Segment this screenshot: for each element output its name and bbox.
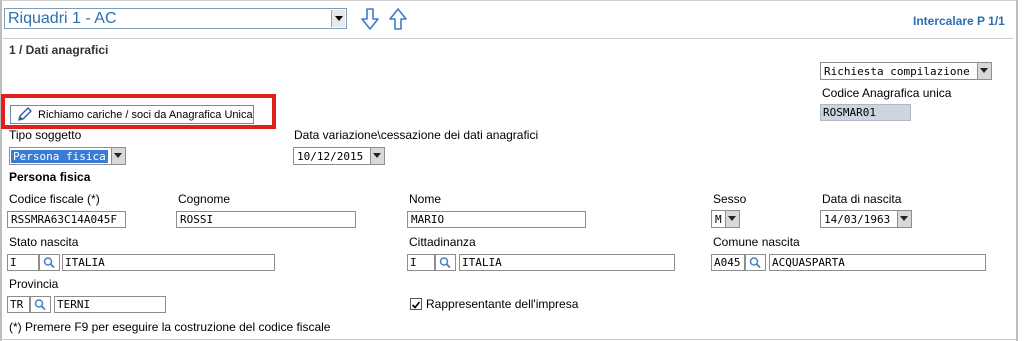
rappresentante-checkbox[interactable] xyxy=(410,298,422,310)
search-button[interactable] xyxy=(30,296,51,313)
comune-nascita-code: A045 xyxy=(714,256,741,269)
provincia-lookup: TR TERNI xyxy=(7,296,166,313)
richiesta-select[interactable]: Richiesta compilazione xyxy=(820,62,992,80)
data-variazione-select[interactable]: 10/12/2015 xyxy=(293,147,385,165)
stato-nascita-lookup: I ITALIA xyxy=(7,254,275,271)
cognome-value: ROSSI xyxy=(180,213,214,226)
arrow-down-icon xyxy=(361,8,379,30)
frame-left-border xyxy=(0,0,2,341)
pencil-icon xyxy=(16,107,34,126)
chevron-down-icon[interactable] xyxy=(111,148,125,164)
search-icon xyxy=(439,257,451,268)
data-nascita-select[interactable]: 14/03/1963 xyxy=(820,210,912,228)
cittadinanza-lookup: I ITALIA xyxy=(407,254,675,271)
footnote: (*) Premere F9 per eseguire la costruzio… xyxy=(9,320,331,334)
comune-nascita-desc: ACQUASPARTA xyxy=(772,256,845,269)
codice-anagrafica-label: Codice Anagrafica unica xyxy=(822,86,952,100)
search-button[interactable] xyxy=(435,254,456,271)
provincia-desc: TERNI xyxy=(57,298,91,311)
chevron-down-icon[interactable] xyxy=(977,63,991,79)
data-variazione-value: 10/12/2015 xyxy=(297,150,364,163)
stato-nascita-desc: ITALIA xyxy=(65,256,105,269)
nome-input[interactable]: MARIO xyxy=(407,211,586,228)
codice-fiscale-input[interactable]: RSSMRA63C14A045F xyxy=(7,211,126,228)
tipo-soggetto-select[interactable]: Persona fisica xyxy=(9,147,126,165)
cittadinanza-code: I xyxy=(410,256,417,269)
chevron-down-icon[interactable] xyxy=(331,10,345,27)
data-nascita-value: 14/03/1963 xyxy=(824,213,891,226)
comune-nascita-desc-input[interactable]: ACQUASPARTA xyxy=(769,254,986,271)
richiesta-select-value: Richiesta compilazione xyxy=(824,65,970,78)
codice-fiscale-label: Codice fiscale (*) xyxy=(9,192,100,206)
frame-bottom-border xyxy=(0,339,1018,340)
frame-top-border xyxy=(0,0,1018,1)
persona-fisica-heading: Persona fisica xyxy=(9,170,91,184)
chevron-down-icon[interactable] xyxy=(725,211,739,227)
nome-label: Nome xyxy=(409,192,442,206)
data-variazione-label: Data variazione\cessazione dei dati anag… xyxy=(294,128,539,142)
quadro-select[interactable]: Riquadri 1 - AC xyxy=(4,8,347,29)
section-title: 1 / Dati anagrafici xyxy=(9,43,109,57)
comune-nascita-label: Comune nascita xyxy=(713,235,800,249)
cittadinanza-desc: ITALIA xyxy=(462,256,502,269)
tipo-soggetto-value: Persona fisica xyxy=(11,150,108,163)
quadro-select-value: Riquadri 1 - AC xyxy=(8,10,117,27)
intercalare-link[interactable]: Intercalare P 1/1 xyxy=(913,14,1005,28)
comune-nascita-lookup: A045 ACQUASPARTA xyxy=(711,254,986,271)
codice-anagrafica-field: ROSMAR01 xyxy=(820,104,911,121)
provincia-code: TR xyxy=(10,298,24,311)
search-button[interactable] xyxy=(745,254,766,271)
arrow-down-button[interactable] xyxy=(359,7,381,31)
sesso-value: M xyxy=(715,213,722,226)
stato-nascita-code-input[interactable]: I xyxy=(7,254,39,271)
checkmark-icon xyxy=(411,301,421,309)
tipo-soggetto-label: Tipo soggetto xyxy=(9,128,82,142)
cittadinanza-desc-input[interactable]: ITALIA xyxy=(459,254,675,271)
codice-fiscale-value: RSSMRA63C14A045F xyxy=(11,213,117,226)
arrow-up-button[interactable] xyxy=(387,7,409,31)
stato-nascita-code: I xyxy=(10,256,17,269)
search-icon xyxy=(43,257,55,268)
divider xyxy=(3,38,1013,39)
search-icon xyxy=(34,299,46,310)
data-nascita-label: Data di nascita xyxy=(822,192,902,206)
stato-nascita-desc-input[interactable]: ITALIA xyxy=(62,254,275,271)
sesso-label: Sesso xyxy=(713,192,747,206)
nome-value: MARIO xyxy=(411,213,445,226)
chevron-down-icon[interactable] xyxy=(897,211,911,227)
arrow-up-icon xyxy=(389,8,407,30)
search-icon xyxy=(749,257,761,268)
cittadinanza-label: Cittadinanza xyxy=(409,235,476,249)
rappresentante-label: Rappresentante dell'impresa xyxy=(426,297,579,311)
cognome-label: Cognome xyxy=(178,192,231,206)
cognome-input[interactable]: ROSSI xyxy=(176,211,356,228)
search-button[interactable] xyxy=(39,254,60,271)
richiamo-cariche-button[interactable]: Richiamo cariche / soci da Anagrafica Un… xyxy=(10,105,254,124)
cittadinanza-code-input[interactable]: I xyxy=(407,254,435,271)
codice-anagrafica-value: ROSMAR01 xyxy=(823,106,876,119)
provincia-desc-input[interactable]: TERNI xyxy=(54,296,166,313)
frame-right-border xyxy=(1016,0,1018,341)
richiamo-cariche-label: Richiamo cariche / soci da Anagrafica Un… xyxy=(38,109,253,121)
provincia-code-input[interactable]: TR xyxy=(7,296,30,313)
chevron-down-icon[interactable] xyxy=(370,148,384,164)
comune-nascita-code-input[interactable]: A045 xyxy=(711,254,745,271)
provincia-label: Provincia xyxy=(9,277,59,291)
sesso-select[interactable]: M xyxy=(711,210,740,228)
stato-nascita-label: Stato nascita xyxy=(9,235,79,249)
